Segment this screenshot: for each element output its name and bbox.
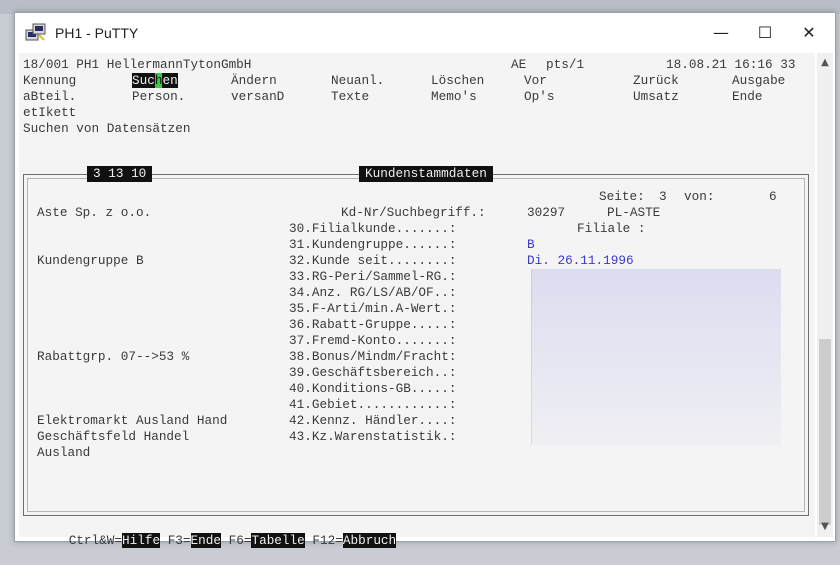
menu-suchen[interactable]: Suchen <box>132 73 178 89</box>
putty-window: PH1 - PuTTY — ☐ ✕ 18/001 PH1 HellermannT… <box>14 12 836 548</box>
field-label: 42.Kennz. Händler....: <box>289 413 457 428</box>
fkey-label: F6= <box>228 533 252 548</box>
menu-person[interactable]: Person. <box>132 89 185 105</box>
rabattgrp-desc: Rabattgrp. 07-->53 % <box>37 349 190 364</box>
menu-etikett[interactable]: etIkett <box>23 105 76 121</box>
chevron-down-icon[interactable]: ▼ <box>817 519 833 535</box>
konditions-gb-desc: Geschäftsfeld Handel <box>37 429 190 444</box>
field-label: 34.Anz. RG/LS/AB/OF..: <box>289 285 457 300</box>
field-label: 33.RG-Peri/Sammel-RG.: <box>289 269 457 284</box>
menu-abteil[interactable]: aBteil. <box>23 89 76 105</box>
fkey-help[interactable]: Ctrl&W=Hilfe <box>68 533 161 548</box>
status-code: AE <box>511 57 527 72</box>
menu-loeschen[interactable]: Löschen <box>431 73 484 89</box>
menu-umsatz[interactable]: Umsatz <box>633 89 679 105</box>
kdnr-value[interactable]: 30297 <box>527 205 565 221</box>
field-value-kunde-seit[interactable]: Di. 26.11.1996 <box>527 253 634 269</box>
menu-kennung[interactable]: Kennung <box>23 73 76 89</box>
window-title: PH1 - PuTTY <box>55 25 139 41</box>
scrollbar-thumb[interactable] <box>819 339 831 525</box>
status-system: 18/001 PH1 HellermannTytonGmbH <box>23 57 252 72</box>
gebiet-desc: Ausland <box>37 445 91 460</box>
page-of-label: von: <box>684 189 715 204</box>
fkey-label: Ctrl&W= <box>68 533 122 548</box>
fkey-table[interactable]: F6=Tabelle <box>229 533 305 548</box>
record-code: 3 13 10 <box>87 166 153 182</box>
status-datetime: 18.08.21 16:16 33 <box>666 57 796 72</box>
vertical-scrollbar[interactable]: ▲ ▼ <box>817 53 833 537</box>
menu-texte[interactable]: Texte <box>331 89 369 105</box>
fkey-action: Tabelle <box>251 533 305 548</box>
field-label: 43.Kz.Warenstatistik.: <box>289 429 457 444</box>
fkey-label: F3= <box>167 533 191 548</box>
menu-versand[interactable]: versanD <box>231 89 284 105</box>
page-label: Seite: <box>599 189 645 204</box>
field-label: 35.F-Arti/min.A-Wert.: <box>289 301 457 316</box>
filiale-label: Filiale : <box>577 221 646 236</box>
field-label: 39.Geschäftsbereich..: <box>289 365 457 380</box>
field-label: 41.Gebiet............: <box>289 397 457 412</box>
field-label: 31.Kundengruppe......: <box>289 237 457 252</box>
menu-zurueck[interactable]: Zurück <box>633 73 679 89</box>
field-value-kundengruppe[interactable]: B <box>527 237 535 253</box>
kundengruppe-desc: Kundengruppe B <box>37 253 144 268</box>
menu-ops[interactable]: Op's <box>524 89 554 105</box>
mode-text: Suchen von Datensätzen <box>23 121 191 136</box>
menu-vor[interactable]: Vor <box>524 73 547 89</box>
fkey-action: Abbruch <box>342 533 397 548</box>
fkey-cancel[interactable]: F12=Abbruch <box>312 533 397 548</box>
menu-ausgabe[interactable]: Ausgabe <box>732 73 785 89</box>
putty-icon <box>25 23 46 41</box>
chevron-up-icon[interactable]: ▲ <box>817 55 833 71</box>
field-label: 30.Filialkunde.......: <box>289 221 457 236</box>
menu-ende[interactable]: Ende <box>732 89 762 105</box>
fkey-action: Hilfe <box>121 533 161 548</box>
menu-suchen-pre: Suc <box>132 73 155 88</box>
section-title: Kundenstammdaten <box>359 166 493 182</box>
blurred-values-lines <box>531 269 781 445</box>
fkey-end[interactable]: F3=Ende <box>168 533 221 548</box>
fkey-action: Ende <box>190 533 221 548</box>
terminal-screen[interactable]: 18/001 PH1 HellermannTytonGmbH AE pts/1 … <box>19 53 815 548</box>
close-button[interactable]: ✕ <box>787 19 831 47</box>
field-label: 32.Kunde seit........: <box>289 253 457 268</box>
menu-memos[interactable]: Memo's <box>431 89 477 105</box>
field-label: 36.Rabatt-Gruppe.....: <box>289 317 457 332</box>
minimize-button[interactable]: — <box>699 19 743 47</box>
function-key-bar: Ctrl&W=Hilfe F3=Ende F6=Tabelle F12=Abbr… <box>23 517 397 548</box>
fkey-label: F12= <box>312 533 343 548</box>
menu-suchen-post: en <box>162 73 178 88</box>
customer-name: Aste Sp. z o.o. <box>37 205 152 220</box>
maximize-button[interactable]: ☐ <box>743 19 787 47</box>
suchbegriff-value[interactable]: PL-ASTE <box>607 205 660 221</box>
field-label: 38.Bonus/Mindm/Fracht: <box>289 349 457 364</box>
field-label: 37.Fremd-Konto.......: <box>289 333 457 348</box>
page-current: 3 <box>659 189 667 204</box>
title-bar[interactable]: PH1 - PuTTY — ☐ ✕ <box>15 13 835 53</box>
menu-neuanl[interactable]: Neuanl. <box>331 73 384 89</box>
kdnr-label: Kd-Nr/Suchbegriff.: <box>341 205 486 220</box>
geschaeftsbereich-desc: Elektromarkt Ausland Hand <box>37 413 228 428</box>
field-label: 40.Konditions-GB.....: <box>289 381 457 396</box>
status-terminal: pts/1 <box>546 57 585 72</box>
menu-aendern[interactable]: Ändern <box>231 73 277 89</box>
page-total: 6 <box>769 189 777 204</box>
